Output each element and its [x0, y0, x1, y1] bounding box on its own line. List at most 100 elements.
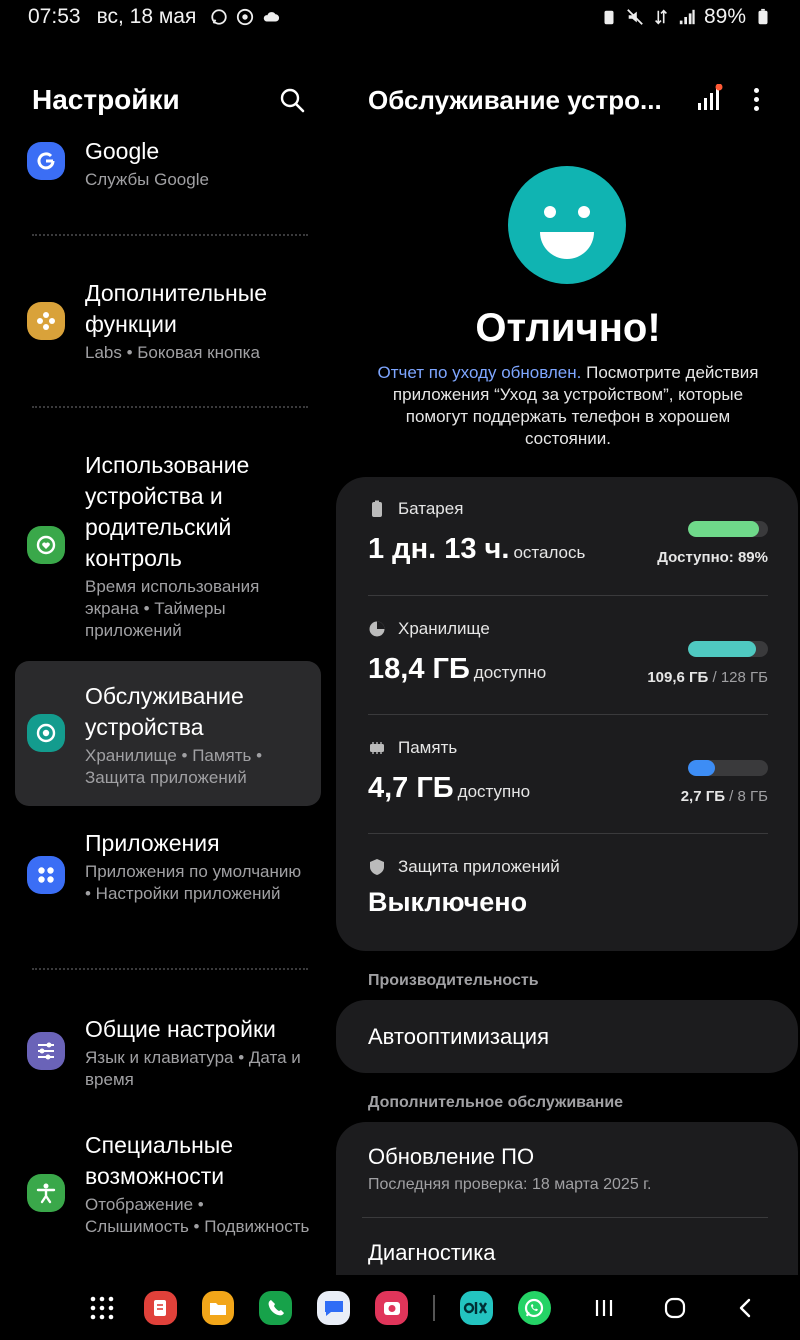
shield-icon	[370, 859, 384, 875]
memory-bar-fill	[688, 760, 715, 776]
settings-item-subtitle: Labs • Боковая кнопка	[85, 343, 260, 362]
olx-app-button[interactable]	[459, 1290, 493, 1325]
home-icon	[664, 1297, 685, 1318]
settings-item-digital-wellbeing[interactable]: Использование устройства и родительский …	[15, 450, 321, 646]
sliders-icon	[27, 1032, 65, 1070]
notes-app-button[interactable]	[143, 1290, 177, 1325]
auto-optimization-label: Автооптимизация	[368, 1024, 549, 1049]
olx-icon	[464, 1301, 488, 1314]
digital-wellbeing-icon	[27, 526, 65, 564]
search-icon	[280, 88, 305, 113]
battery-row[interactable]: Батарея 1 дн. 13 ч. осталось Доступно: 89…	[368, 499, 768, 595]
settings-item-title: Использование устройства и родительский …	[85, 452, 250, 571]
more-dot-icon	[753, 87, 759, 93]
memory-row[interactable]: Память 4,7 ГБ доступно 2,7 ГБ / 8 ГБ	[368, 738, 768, 834]
search-button[interactable]	[272, 80, 312, 120]
settings-item-advanced-features[interactable]: Дополнительные функции Labs • Боковая кн…	[15, 276, 321, 376]
settings-item-accessibility[interactable]: Специальные возможности Отображение • Сл…	[15, 1126, 321, 1266]
page-title: Настройки	[32, 84, 180, 115]
recent-apps-button[interactable]	[588, 1291, 621, 1325]
settings-item-subtitle: Службы Google	[85, 170, 209, 189]
section-performance: Производительность	[368, 972, 539, 989]
settings-item-title: Приложения	[85, 830, 220, 856]
mute-icon	[627, 9, 643, 25]
device-care-header: Обслуживание устро...	[368, 80, 800, 120]
battery-saver-icon	[604, 10, 614, 25]
app-protection-value: Выключено	[368, 887, 528, 917]
battery-available: Доступно: 89%	[657, 549, 768, 566]
battery-icon	[758, 8, 768, 25]
settings-item-subtitle: Приложения по умолчанию • Настройки прил…	[85, 862, 302, 903]
settings-item-subtitle: Хранилище • Память • Защита приложений	[85, 746, 263, 787]
signal-icon	[679, 9, 695, 25]
status-bar: 07:53 вс, 18 мая 89%	[0, 0, 800, 34]
section-additional-care: Дополнительное обслуживание	[368, 1094, 624, 1111]
settings-item-title: Специальные возможности	[85, 1132, 234, 1189]
app-drawer-button[interactable]	[86, 1291, 119, 1325]
panel-title: Обслуживание устро...	[368, 84, 662, 115]
settings-item-device-care[interactable]: Обслуживание устройства Хранилище • Памя…	[15, 661, 321, 806]
messages-app-button[interactable]	[317, 1290, 351, 1325]
device-care-icon	[27, 714, 65, 752]
software-update-item[interactable]: Обновление ПО Последняя проверка: 18 мар…	[336, 1122, 798, 1216]
settings-item-title: Общие настройки	[85, 1016, 276, 1042]
taskbar	[0, 1275, 800, 1340]
settings-item-google[interactable]: Google Службы Google	[15, 132, 321, 202]
performance-profile-button[interactable]	[694, 83, 724, 114]
chrome-notification-icon	[237, 8, 254, 26]
google-icon	[27, 142, 65, 180]
memory-unit: доступно	[457, 782, 531, 801]
divider	[32, 406, 308, 408]
battery-label: Батарея	[398, 499, 464, 518]
auto-optimization-card[interactable]: Автооптимизация	[336, 1000, 798, 1073]
app-drawer-icon	[91, 1296, 114, 1319]
messages-icon	[324, 1300, 343, 1316]
settings-panel: Настройки Google Службы Google Дополните…	[0, 60, 336, 1275]
app-protection-label: Защита приложений	[398, 857, 560, 876]
settings-item-title: Обслуживание устройства	[85, 683, 244, 740]
gear-flower-icon	[27, 302, 65, 340]
battery-percent: 89%	[703, 5, 746, 28]
memory-chip-icon	[370, 742, 384, 754]
battery-unit: осталось	[513, 543, 586, 562]
settings-item-subtitle: Время использования экрана • Таймеры при…	[85, 577, 260, 640]
status-date: вс, 18 мая	[96, 5, 197, 28]
diagnostics-item[interactable]: Диагностика	[336, 1218, 798, 1275]
data-arrows-icon	[654, 9, 667, 25]
device-care-panel: Обслуживание устро... Отлично! Отчет по …	[336, 60, 800, 1275]
back-button[interactable]	[729, 1291, 762, 1325]
memory-bar	[688, 760, 768, 776]
more-options-button[interactable]	[744, 84, 768, 114]
storage-label: Хранилище	[398, 619, 490, 638]
divider	[368, 833, 768, 834]
care-summary-card: Батарея 1 дн. 13 ч. осталось Доступно: 89…	[336, 477, 798, 951]
storage-bar-fill	[688, 641, 757, 657]
storage-row[interactable]: Хранилище 18,4 ГБ доступно 109,6 ГБ / 128…	[368, 619, 768, 715]
folder-icon	[210, 1302, 227, 1315]
additional-care-card: Обновление ПО Последняя проверка: 18 мар…	[336, 1122, 798, 1275]
phone-app-button[interactable]	[259, 1290, 293, 1325]
whatsapp-app-button[interactable]	[517, 1290, 551, 1325]
settings-item-apps[interactable]: Приложения Приложения по умолчанию • Нас…	[15, 824, 321, 934]
back-icon	[739, 1298, 750, 1317]
home-button[interactable]	[658, 1291, 691, 1325]
settings-item-title: Google	[85, 138, 160, 164]
care-report-link[interactable]: Отчет по уходу обновлен.	[378, 363, 582, 382]
pie-chart-icon	[369, 621, 385, 637]
app-protection-row[interactable]: Защита приложений Выключено	[368, 857, 768, 937]
diagnostics-title: Диагностика	[368, 1240, 496, 1265]
smiley-face-icon	[508, 166, 626, 284]
bar-chart-icon	[698, 83, 723, 110]
memory-usage: 2,7 ГБ / 8 ГБ	[680, 788, 768, 805]
memory-value: 4,7 ГБ	[368, 772, 454, 804]
care-status: Отлично!	[475, 306, 661, 350]
whatsapp-notification-icon	[211, 9, 227, 25]
battery-bar	[688, 521, 768, 537]
settings-item-general-management[interactable]: Общие настройки Язык и клавиатура • Дата…	[15, 1012, 321, 1098]
files-app-button[interactable]	[201, 1290, 235, 1325]
storage-unit: доступно	[473, 663, 547, 682]
more-dot-icon	[753, 96, 759, 102]
settings-header: Настройки	[32, 80, 312, 120]
storage-value: 18,4 ГБ	[368, 653, 470, 685]
camera-app-button[interactable]	[375, 1290, 408, 1325]
